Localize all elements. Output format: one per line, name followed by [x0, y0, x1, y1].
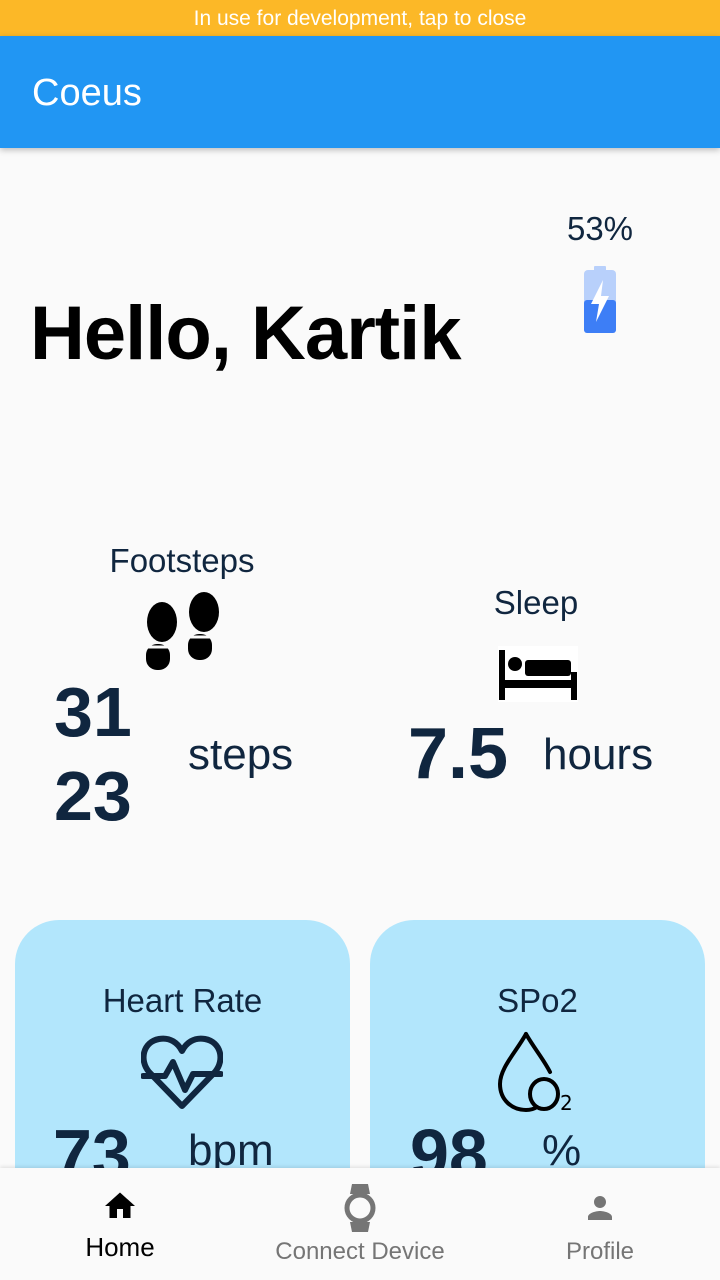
dev-mode-banner[interactable]: In use for development, tap to close	[0, 0, 720, 36]
footsteps-value-line2: 23	[54, 757, 132, 835]
nav-item-profile[interactable]: Profile	[480, 1168, 720, 1280]
nav-item-home[interactable]: Home	[0, 1168, 240, 1280]
footsteps-value-line1: 31	[54, 673, 132, 751]
person-icon	[588, 1196, 612, 1220]
nav-label-home: Home	[85, 1232, 155, 1262]
greeting-heading: Hello, Kartik	[30, 291, 461, 376]
spo2-label: SPo2	[497, 982, 578, 1019]
footsteps-icon	[146, 592, 219, 670]
bed-icon	[498, 646, 578, 702]
footsteps-label: Footsteps	[109, 542, 255, 579]
battery-percentage: 53%	[566, 210, 634, 247]
home-icon	[105, 1192, 135, 1218]
nav-item-connect-device[interactable]: Connect Device	[240, 1168, 480, 1280]
oxygen-drop-icon: 2	[497, 1032, 573, 1114]
watch-icon	[344, 1184, 376, 1232]
app-bar: Coeus	[0, 36, 720, 148]
svg-text:2: 2	[560, 1091, 573, 1114]
bottom-navigation: Home Connect Device Profile	[0, 1168, 720, 1280]
heart-rate-label: Heart Rate	[102, 982, 263, 1019]
nav-label-profile: Profile	[565, 1238, 635, 1265]
sleep-value: 7.5	[408, 714, 509, 794]
battery-charging-icon	[584, 266, 616, 333]
heart-pulse-icon	[141, 1035, 223, 1109]
sleep-label: Sleep	[493, 584, 579, 621]
app-title: Coeus	[32, 72, 142, 114]
sleep-unit: hours	[543, 730, 654, 779]
footsteps-unit: steps	[188, 730, 294, 779]
nav-label-connect-device: Connect Device	[275, 1238, 445, 1265]
